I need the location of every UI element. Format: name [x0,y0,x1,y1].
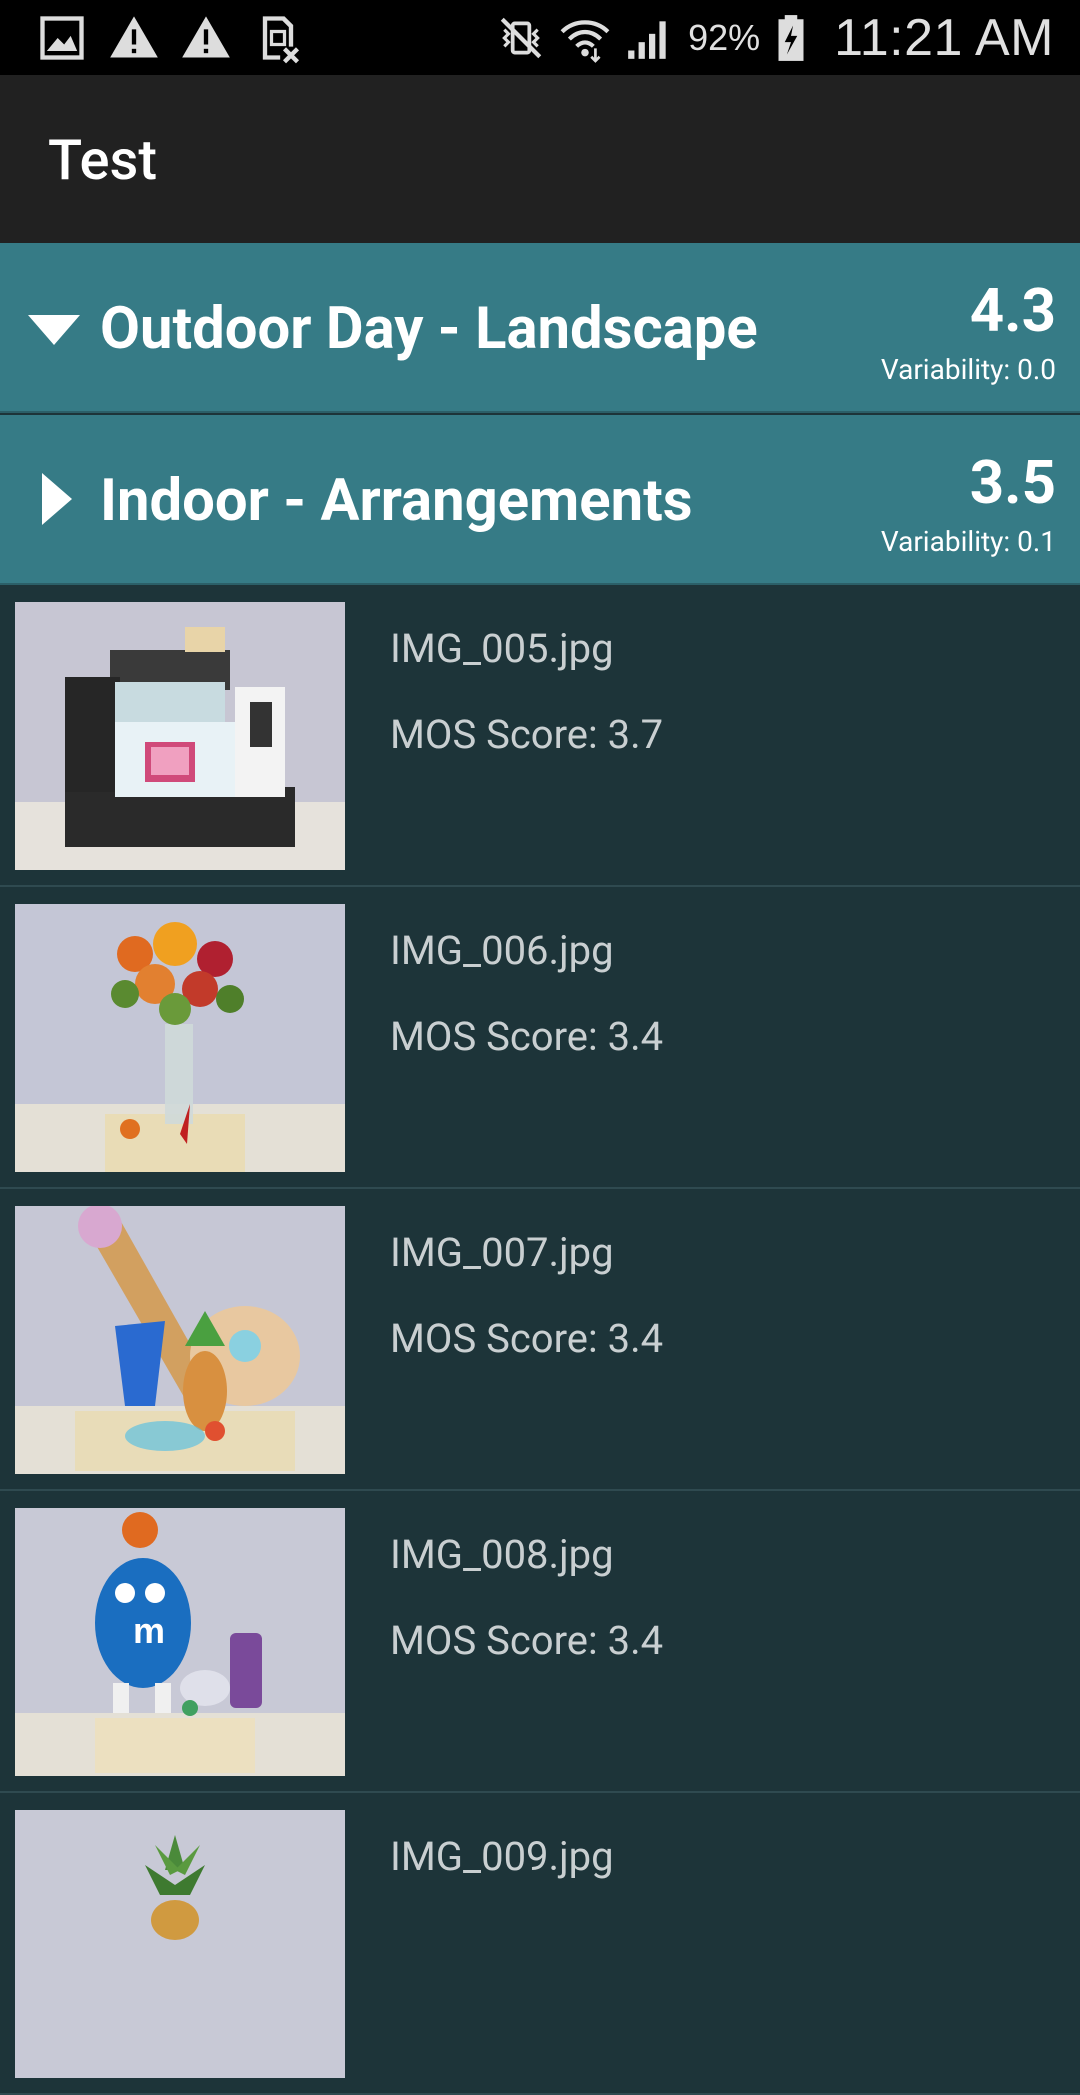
battery-charging-icon [778,14,804,61]
list-item[interactable]: IMG_006.jpg MOS Score: 3.4 [0,887,1080,1189]
group-score: 4.3 [969,275,1056,346]
status-bar: 92% 11:21 AM [0,0,1080,75]
sim-off-icon [262,16,300,64]
image-filename: IMG_006.jpg [390,927,614,974]
group-header-indoor-arrangements[interactable]: Indoor - Arrangements 3.5 Variability: 0… [0,415,1080,585]
mos-score: MOS Score: 3.7 [390,711,664,758]
list-item[interactable]: m IMG_008.jpg MOS Score: 3.4 [0,1491,1080,1793]
flowers-photo [15,904,345,1172]
mos-score: MOS Score: 3.4 [390,1315,664,1362]
list-item[interactable]: IMG_009.jpg [0,1793,1080,2095]
group-title: Indoor - Arrangements [100,467,693,535]
image-filename: IMG_005.jpg [390,625,614,672]
app-bar: Test [0,75,1080,243]
group-variability: Variability: 0.1 [880,525,1056,558]
svg-text:m: m [133,1610,165,1651]
gallery-icon [40,16,84,60]
warning-icon [182,16,230,58]
mos-score: MOS Score: 3.4 [390,1617,664,1664]
list-item[interactable]: IMG_005.jpg MOS Score: 3.7 [0,585,1080,887]
group-score: 3.5 [969,447,1056,518]
image-filename: IMG_009.jpg [390,1833,614,1880]
image-filename: IMG_008.jpg [390,1531,614,1578]
mm-figure-photo: m [15,1508,345,1776]
wifi-icon [560,19,610,63]
boxes-photo [15,602,345,870]
app-title: Test [48,127,157,193]
list-item[interactable]: IMG_007.jpg MOS Score: 3.4 [0,1189,1080,1491]
group-variability: Variability: 0.0 [880,353,1056,386]
chevron-down-icon [28,315,80,345]
signal-icon [628,20,666,59]
system-icons: 92% 11:21 AM [496,0,1054,75]
notification-icons [36,12,304,64]
image-thumbnail[interactable] [15,904,345,1172]
chevron-right-icon [42,473,72,525]
pineapple-photo [15,1810,345,2078]
image-list: IMG_005.jpg MOS Score: 3.7 IMG_006.jpg M… [0,585,1080,2095]
image-filename: IMG_007.jpg [390,1229,614,1276]
image-thumbnail[interactable]: m [15,1508,345,1776]
image-thumbnail[interactable] [15,1206,345,1474]
battery-percent: 92% [688,16,761,58]
image-thumbnail[interactable] [15,1810,345,2078]
clock: 11:21 AM [834,8,1054,67]
warning-icon [110,16,158,58]
vibrate-icon [500,17,542,58]
group-title: Outdoor Day - Landscape [100,295,758,363]
guitar-photo [15,1206,345,1474]
group-header-outdoor-day-landscape[interactable]: Outdoor Day - Landscape 4.3 Variability:… [0,243,1080,413]
mos-score: MOS Score: 3.4 [390,1013,664,1060]
image-thumbnail[interactable] [15,602,345,870]
